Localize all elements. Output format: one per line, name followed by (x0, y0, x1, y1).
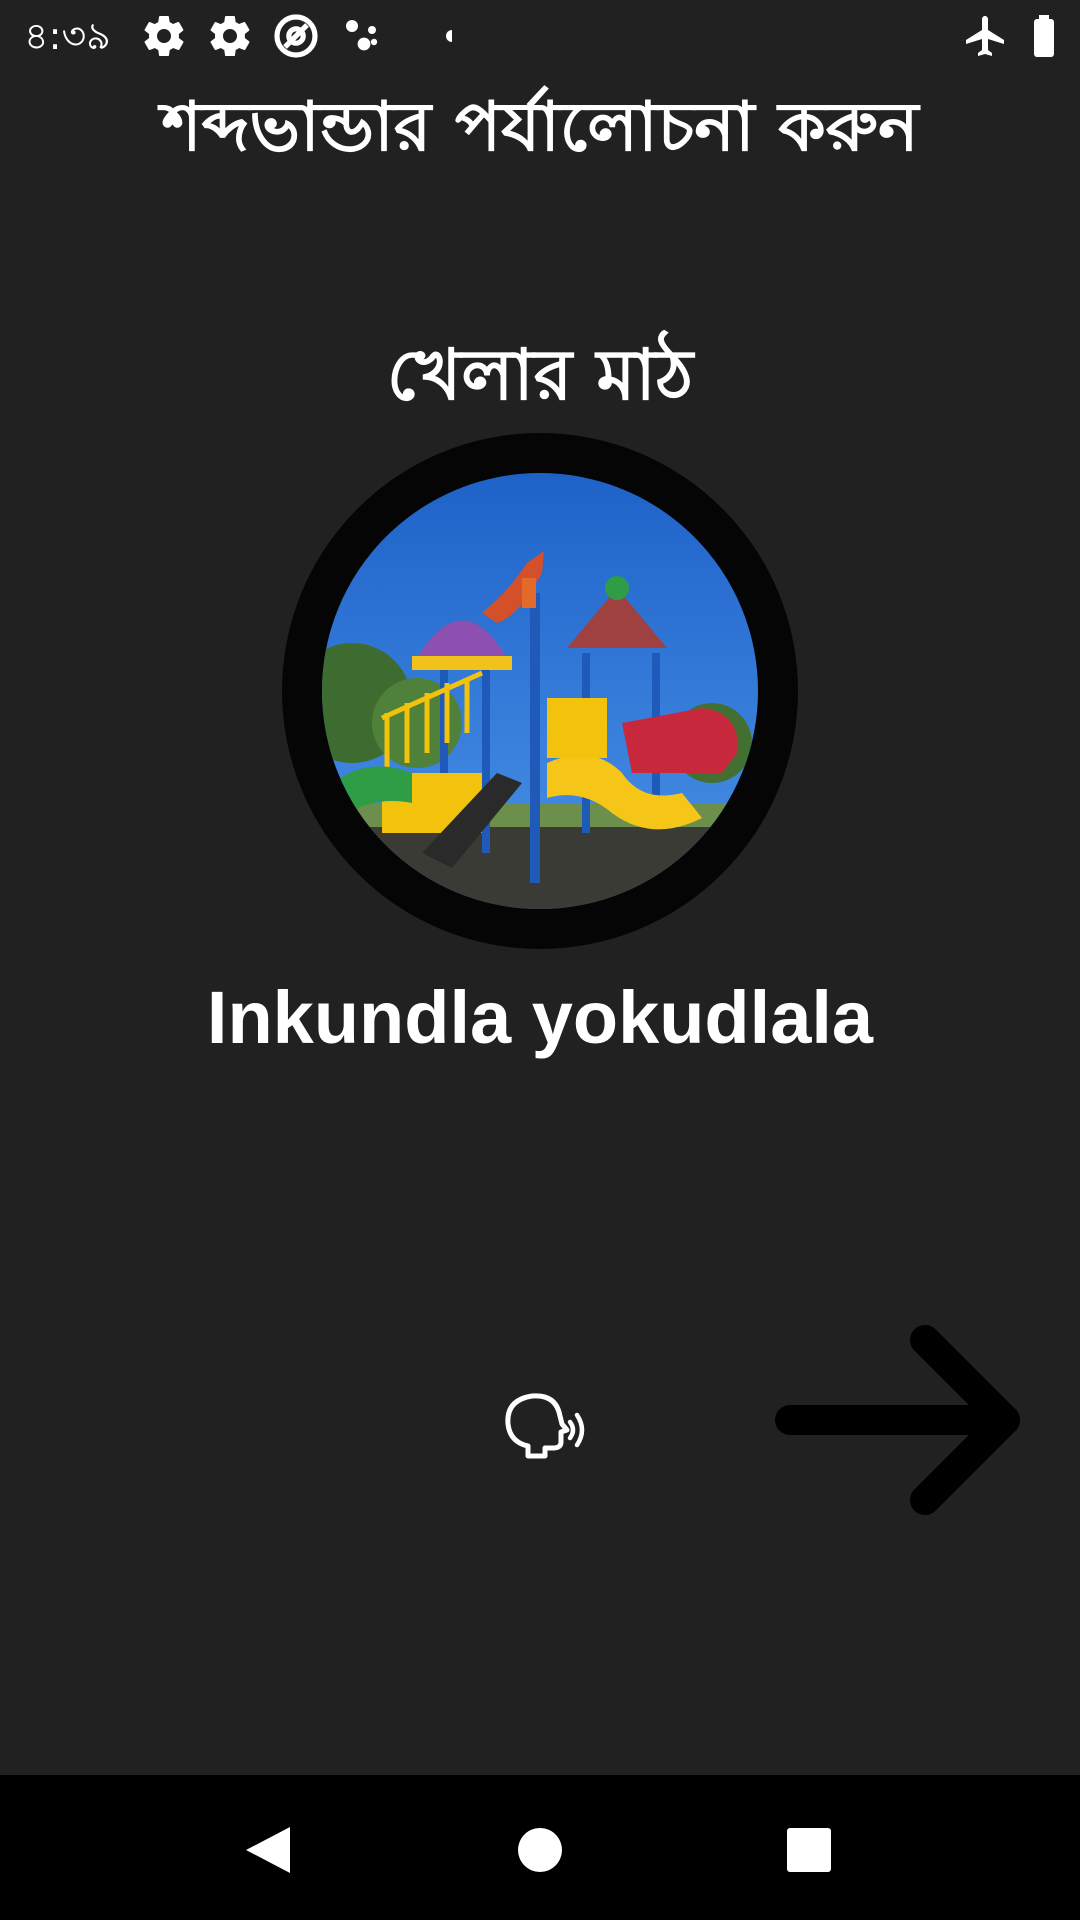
navigation-bar (0, 1775, 1080, 1920)
speak-icon (505, 1393, 585, 1459)
word-native-label: খেলার মাঠ (386, 334, 694, 416)
status-time: ৪:৩৯ (24, 14, 111, 58)
status-bar: ৪:৩৯ (0, 0, 1080, 72)
back-icon (246, 1827, 290, 1873)
playground-image (322, 473, 758, 909)
gear-icon (206, 12, 254, 60)
word-image-frame (282, 433, 798, 949)
recents-button[interactable] (764, 1805, 854, 1895)
home-button[interactable] (495, 1805, 585, 1895)
battery-icon (1020, 12, 1068, 60)
airplane-icon (962, 12, 1010, 60)
page-title: শব্দভান্ডার পর্যালোচনা করুন (161, 88, 919, 167)
dot-icon (404, 12, 452, 60)
arrow-right-icon (775, 1325, 1020, 1515)
recents-icon (787, 1828, 831, 1872)
word-translation-label: Inkundla yokudlala (206, 976, 874, 1059)
back-button[interactable] (222, 1805, 312, 1895)
speak-button[interactable] (490, 1380, 590, 1470)
home-icon (518, 1828, 562, 1872)
next-button[interactable] (770, 1320, 1030, 1520)
app-screen: ৪:৩৯ শব্দভান্ডার পর্যালোচনা করুন খেলার ম… (0, 0, 1080, 1775)
dots-icon (338, 12, 386, 60)
at-sign-icon (272, 12, 320, 60)
gear-icon (140, 12, 188, 60)
